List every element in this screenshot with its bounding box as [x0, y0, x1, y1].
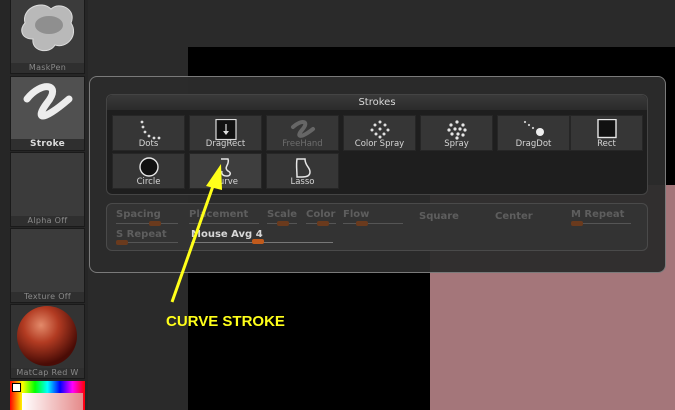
- annotation-label: CURVE STROKE: [166, 313, 285, 330]
- annotation-arrow: [170, 164, 222, 303]
